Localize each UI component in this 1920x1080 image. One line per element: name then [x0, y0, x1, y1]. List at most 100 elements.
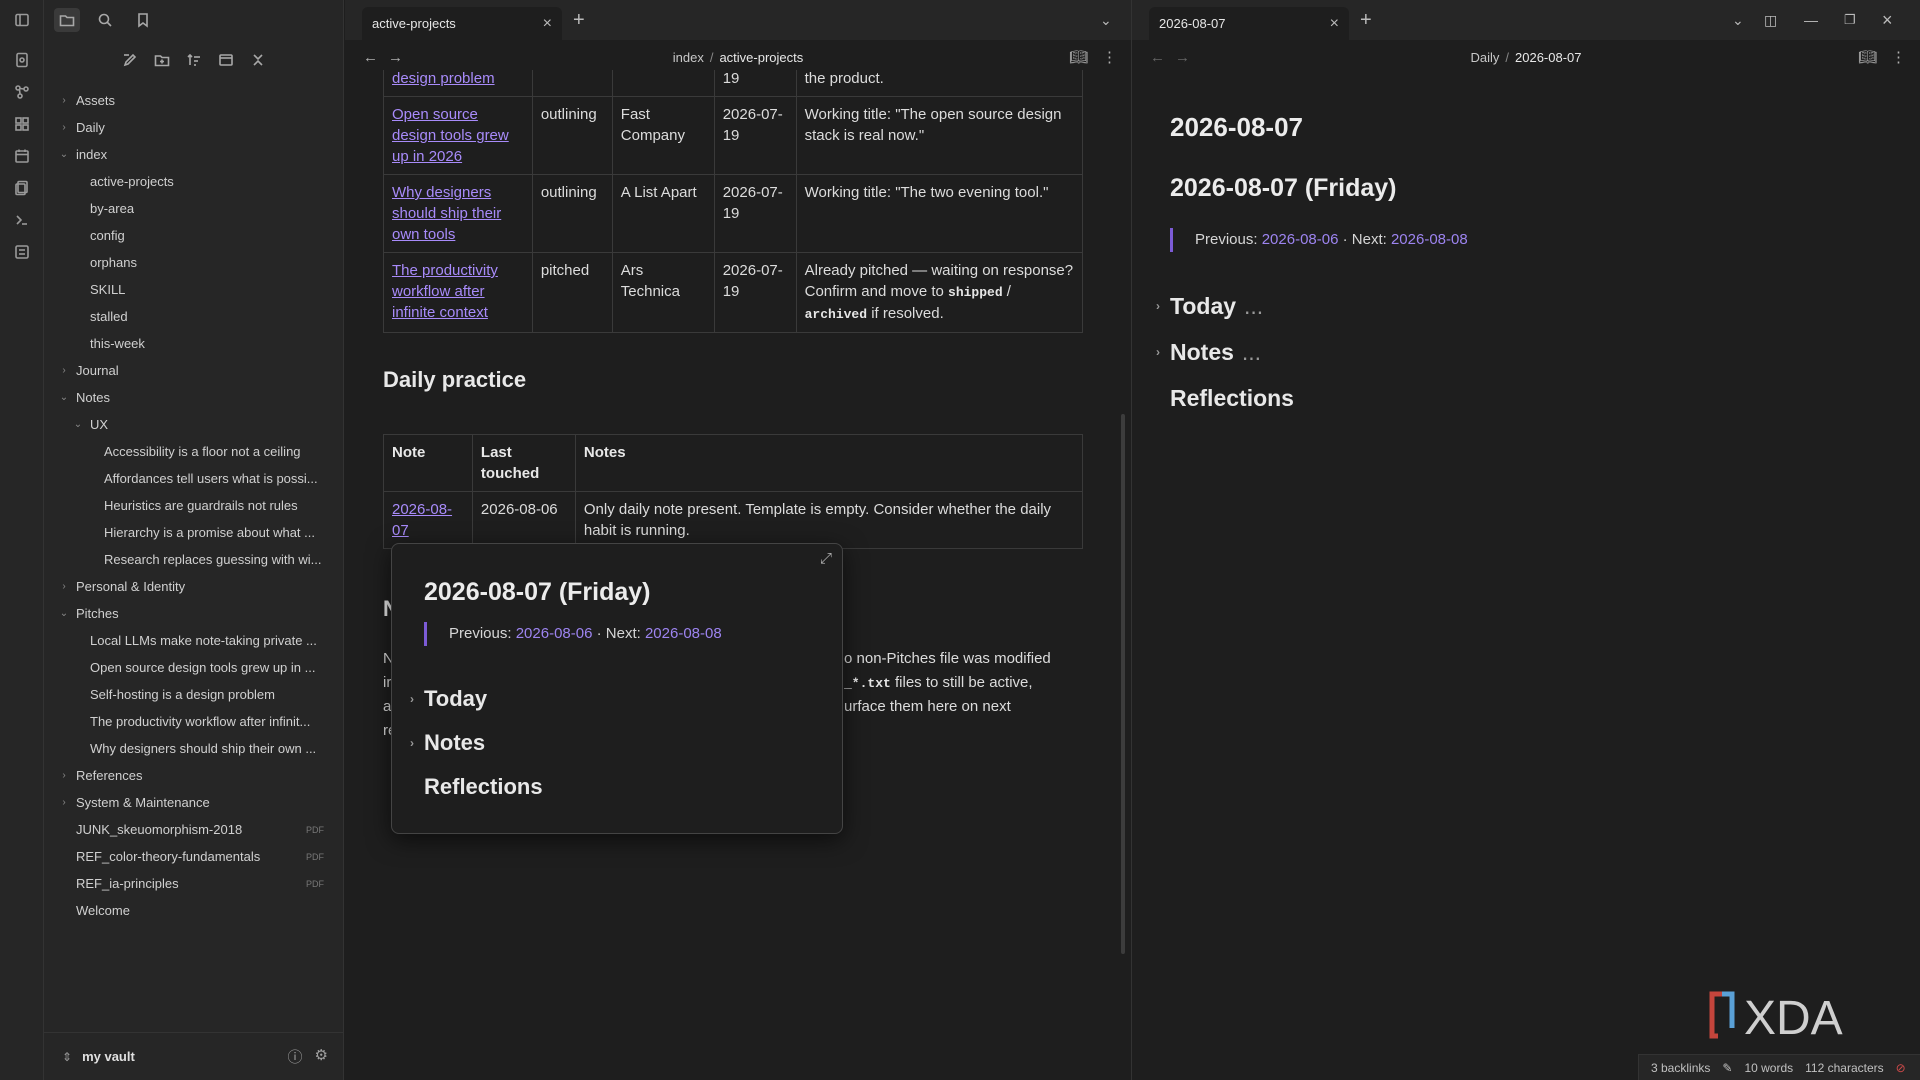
tree-item[interactable]: ⌄ index: [44, 141, 344, 168]
tree-item[interactable]: Hierarchy is a promise about what ...: [44, 519, 344, 546]
section-today[interactable]: › Today...: [1156, 293, 1263, 320]
settings-gear-icon[interactable]: ⚙: [315, 1046, 328, 1067]
tab-list-chevron-icon[interactable]: ⌄: [1732, 10, 1744, 30]
close-tab-icon[interactable]: ×: [543, 15, 552, 33]
bookmark-icon[interactable]: [130, 8, 156, 32]
tree-item[interactable]: › Journal: [44, 357, 344, 384]
popover-section-notes[interactable]: › Notes: [410, 730, 485, 756]
tree-item[interactable]: REF_color-theory-fundamentals PDF: [44, 843, 344, 870]
tree-item[interactable]: stalled: [44, 303, 344, 330]
tree-item[interactable]: Affordances tell users what is possi...: [44, 465, 344, 492]
tree-item[interactable]: config: [44, 222, 344, 249]
new-note-icon[interactable]: [120, 50, 140, 70]
next-day-link[interactable]: 2026-08-08: [645, 625, 722, 642]
popover-section-today[interactable]: › Today: [410, 686, 487, 712]
tree-item[interactable]: › Assets: [44, 87, 344, 114]
graph-view-icon[interactable]: [12, 82, 32, 102]
close-window-icon[interactable]: ×: [1882, 10, 1893, 30]
col-header-notes: Notes: [574, 434, 1084, 492]
hover-preview-popover: ⤢ 2026-08-07 (Friday) Previous: 2026-08-…: [391, 543, 843, 834]
next-day-link[interactable]: 2026-08-08: [1391, 231, 1468, 248]
tree-item[interactable]: ⌄ Notes: [44, 384, 344, 411]
previous-day-link[interactable]: 2026-08-06: [1262, 231, 1339, 248]
pitch-note-link[interactable]: Why designers should ship their own tool…: [392, 184, 501, 243]
tree-item[interactable]: ⌄ Pitches: [44, 600, 344, 627]
tree-item[interactable]: › Personal & Identity: [44, 573, 344, 600]
tab-daily-note[interactable]: 2026-08-07 ×: [1149, 7, 1349, 40]
tree-item[interactable]: Open source design tools grew up in ...: [44, 654, 344, 681]
new-tab-icon[interactable]: +: [1360, 10, 1372, 30]
tree-item[interactable]: Research replaces guessing with wi...: [44, 546, 344, 573]
restore-window-icon[interactable]: ❐: [1844, 10, 1856, 30]
command-palette-icon[interactable]: [12, 242, 32, 262]
section-notes[interactable]: › Notes...: [1156, 339, 1261, 366]
collapse-all-icon[interactable]: [248, 50, 268, 70]
tree-item[interactable]: Local LLMs make note-taking private ...: [44, 627, 344, 654]
reading-view-icon[interactable]: 📖︎: [1069, 48, 1088, 66]
toggle-sidebar-icon[interactable]: [12, 10, 32, 30]
pitch-note-link[interactable]: design problem: [392, 70, 495, 87]
vault-switcher[interactable]: ⇕ my vault ⓘ ⚙: [44, 1032, 344, 1080]
cell-status: outlining: [531, 96, 613, 175]
daily-note-link[interactable]: 2026-08-07: [392, 501, 452, 539]
sync-off-icon[interactable]: ⊘: [1896, 1061, 1906, 1075]
tree-item[interactable]: The productivity workflow after infinit.…: [44, 708, 344, 735]
templates-icon[interactable]: [12, 178, 32, 198]
pitch-note-link[interactable]: Open source design tools grew up in 2026: [392, 106, 509, 165]
previous-day-link[interactable]: 2026-08-06: [516, 625, 593, 642]
minimize-window-icon[interactable]: —: [1804, 10, 1818, 30]
close-tab-icon[interactable]: ×: [1330, 15, 1339, 33]
breadcrumb-parent[interactable]: Daily: [1470, 50, 1499, 65]
tree-item[interactable]: orphans: [44, 249, 344, 276]
tree-item[interactable]: by-area: [44, 195, 344, 222]
tree-item-label: by-area: [90, 201, 135, 216]
auto-reveal-icon[interactable]: [216, 50, 236, 70]
terminal-icon[interactable]: [12, 210, 32, 230]
tree-item[interactable]: this-week: [44, 330, 344, 357]
tree-item[interactable]: JUNK_skeuomorphism-2018 PDF: [44, 816, 344, 843]
inline-title[interactable]: 2026-08-07: [1170, 112, 1303, 143]
svg-text:XDA: XDA: [1744, 992, 1843, 1040]
breadcrumb-parent[interactable]: index: [673, 50, 704, 65]
help-icon[interactable]: ⓘ: [288, 1046, 303, 1067]
tree-item[interactable]: Welcome: [44, 897, 344, 924]
expand-icon[interactable]: ⤢: [820, 550, 832, 567]
more-options-icon[interactable]: ⋮: [1102, 48, 1117, 66]
daily-practice-table: Note Last touched Notes 2026-08-07 2026-…: [383, 434, 1084, 549]
chevron-right-icon: ›: [62, 581, 66, 592]
tree-item[interactable]: Heuristics are guardrails not rules: [44, 492, 344, 519]
tree-item[interactable]: › System & Maintenance: [44, 789, 344, 816]
tree-item[interactable]: Why designers should ship their own ...: [44, 735, 344, 762]
quick-switcher-icon[interactable]: [12, 50, 32, 70]
new-tab-icon[interactable]: +: [573, 10, 585, 30]
tree-item[interactable]: SKILL: [44, 276, 344, 303]
tree-item-label: config: [90, 228, 125, 243]
tree-item[interactable]: › References: [44, 762, 344, 789]
backlinks-count[interactable]: 3 backlinks: [1651, 1061, 1710, 1075]
popover-section-reflections: Reflections: [424, 774, 543, 799]
edit-mode-icon[interactable]: ✎: [1722, 1061, 1732, 1075]
breadcrumb-current[interactable]: active-projects: [719, 50, 803, 65]
tree-item[interactable]: Accessibility is a floor not a ceiling: [44, 438, 344, 465]
tree-item[interactable]: › Daily: [44, 114, 344, 141]
tree-item[interactable]: Self-hosting is a design problem: [44, 681, 344, 708]
breadcrumb-current[interactable]: 2026-08-07: [1515, 50, 1582, 65]
toggle-right-sidebar-icon[interactable]: ◫: [1764, 10, 1777, 30]
calendar-icon[interactable]: [12, 146, 32, 166]
sort-icon[interactable]: [184, 50, 204, 70]
pitch-note-link[interactable]: The productivity workflow after infinite…: [392, 262, 498, 321]
tree-item[interactable]: REF_ia-principles PDF: [44, 870, 344, 897]
tree-item[interactable]: active-projects: [44, 168, 344, 195]
tab-active-projects[interactable]: active-projects ×: [362, 7, 562, 40]
new-folder-icon[interactable]: [152, 50, 172, 70]
more-options-icon[interactable]: ⋮: [1891, 48, 1906, 66]
folder-icon[interactable]: [54, 8, 80, 32]
scrollbar[interactable]: [1121, 414, 1125, 954]
search-icon[interactable]: [92, 8, 118, 32]
canvas-icon[interactable]: [12, 114, 32, 134]
reading-view-icon[interactable]: 📖︎: [1858, 48, 1877, 66]
tree-item[interactable]: ⌄ UX: [44, 411, 344, 438]
tree-item-label: index: [76, 147, 108, 162]
tab-list-chevron-icon[interactable]: ⌄: [1100, 10, 1112, 30]
chevron-down-icon: ⌄: [59, 149, 69, 160]
